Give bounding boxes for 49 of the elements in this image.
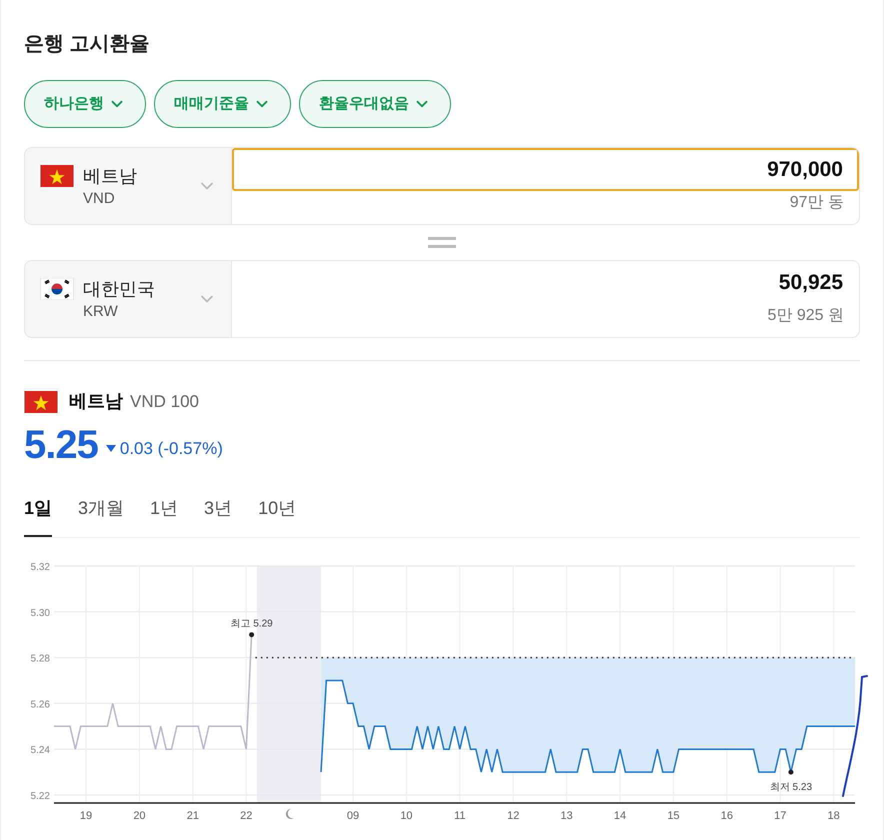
- x-tick-label: 10: [400, 810, 413, 822]
- x-tick-label: 20: [133, 810, 146, 822]
- y-tick-label: 5.28: [30, 654, 50, 665]
- y-tick-label: 5.32: [30, 562, 50, 573]
- exchange-rate: 5.25: [24, 422, 98, 469]
- period-tab[interactable]: 1년: [150, 495, 178, 537]
- marker-dot: [788, 770, 794, 775]
- marker-label: 최저 5.23: [770, 782, 812, 794]
- currency-code: VND: [83, 189, 115, 209]
- flag-icon: [40, 278, 74, 300]
- amount-reading: 97만 동: [790, 193, 845, 213]
- x-tick-label: 09: [346, 810, 360, 822]
- y-tick-label: 5.22: [30, 791, 50, 802]
- period-tab[interactable]: 10년: [258, 495, 296, 537]
- amount-input[interactable]: 970,000: [232, 148, 859, 191]
- period-tab[interactable]: 3개월: [78, 495, 124, 537]
- marker-dot: [249, 632, 254, 638]
- y-tick-label: 5.30: [30, 608, 50, 619]
- country-name: 대한민국: [83, 278, 155, 301]
- moon-icon: [286, 809, 294, 819]
- amount-reading: 5만 925 원: [768, 306, 845, 326]
- rate-change: 0.03 (-0.57%): [120, 438, 223, 460]
- y-tick-label: 5.24: [30, 745, 50, 756]
- x-tick-label: 22: [240, 810, 252, 822]
- amount-input[interactable]: 50,925: [232, 261, 859, 304]
- quote-unit: VND 100: [130, 390, 199, 413]
- x-tick-label: 17: [774, 810, 786, 822]
- country-name: 베트남: [83, 165, 137, 188]
- x-tick-label: 11: [454, 810, 466, 822]
- x-tick-label: 15: [667, 810, 680, 822]
- x-tick-label: 21: [186, 810, 199, 822]
- currency-selector[interactable]: 대한민국 KRW: [25, 261, 232, 337]
- x-tick-label: 16: [720, 810, 733, 822]
- period-tab[interactable]: 3년: [204, 495, 232, 537]
- flag-icon: [24, 390, 58, 412]
- x-tick-label: 18: [828, 810, 840, 822]
- y-tick-label: 5.26: [30, 699, 50, 710]
- marker-label: 최고 5.29: [230, 618, 273, 630]
- page-title: 은행 고시환율: [24, 32, 151, 57]
- x-tick-label: 14: [614, 810, 626, 822]
- flag-icon: [40, 165, 74, 187]
- quote-country: 베트남: [69, 390, 123, 413]
- currency-code: KRW: [83, 302, 118, 322]
- x-tick-label: 12: [507, 810, 520, 822]
- currency-selector[interactable]: 베트남 VND: [25, 148, 232, 224]
- x-tick-label: 19: [80, 810, 92, 822]
- x-tick-label: 13: [560, 810, 573, 822]
- period-tab[interactable]: 1일: [24, 495, 52, 537]
- equals-icon: [428, 236, 456, 248]
